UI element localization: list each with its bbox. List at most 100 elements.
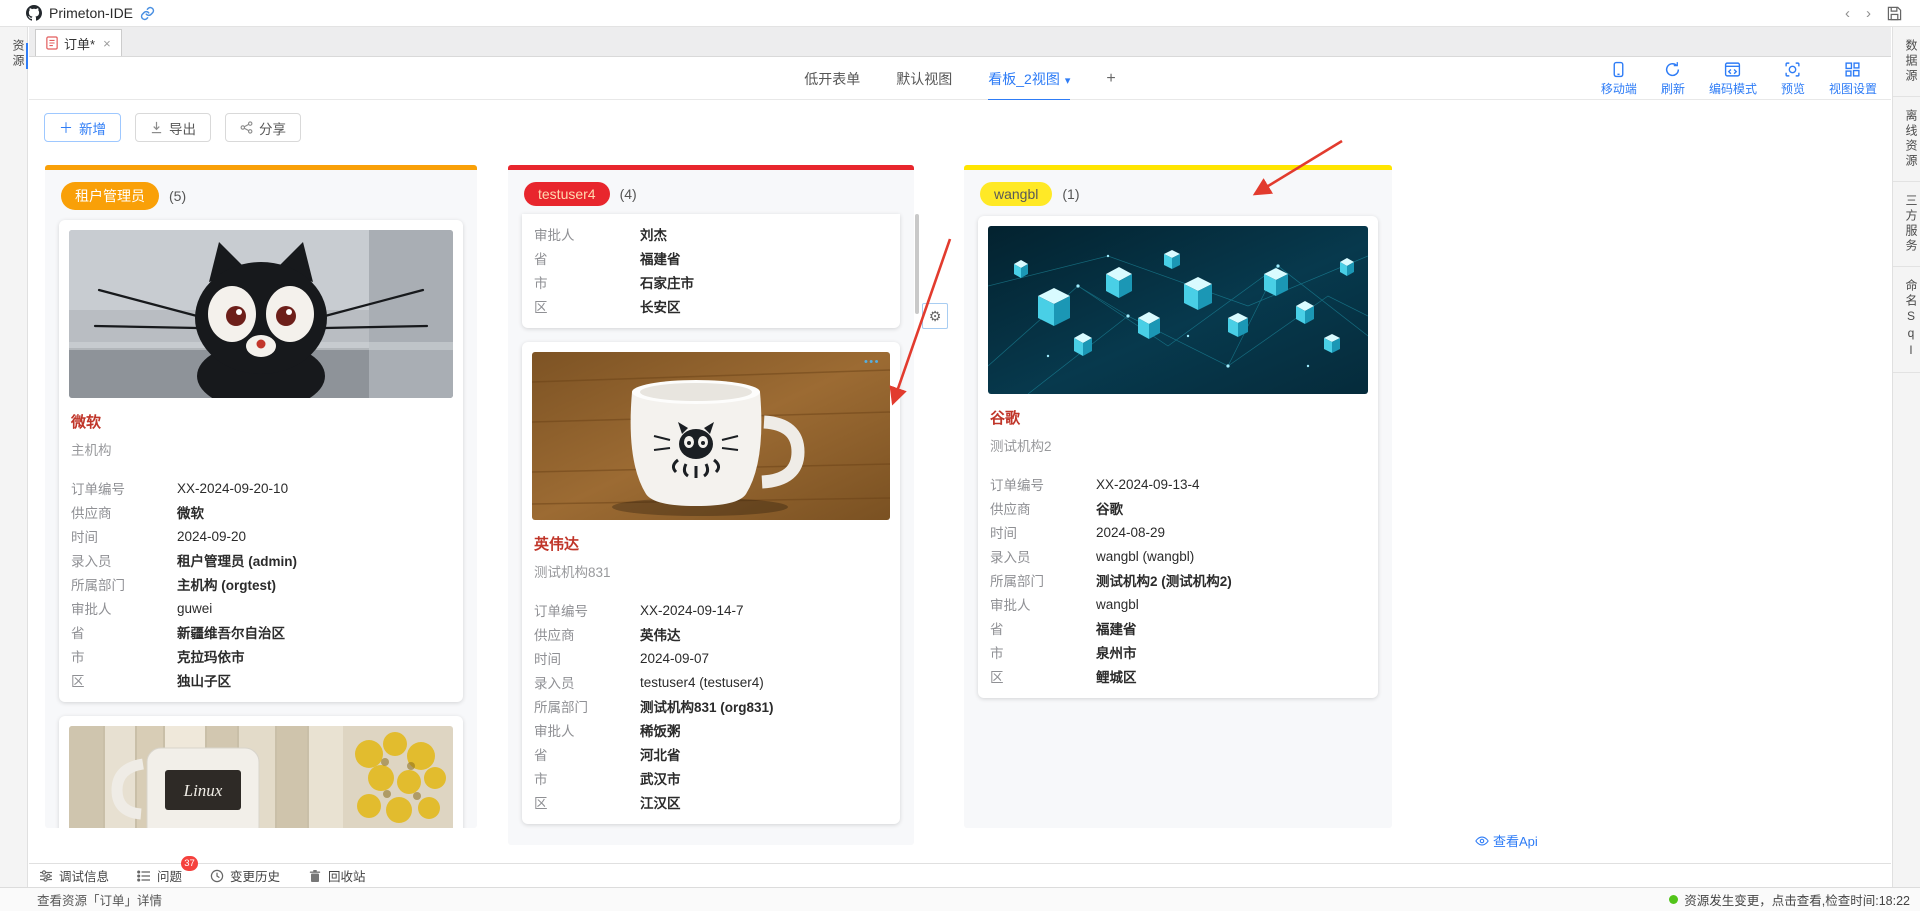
refresh-button[interactable]: 刷新 [1661,61,1685,97]
recycle-bin-button[interactable]: 回收站 [308,866,366,885]
kanban-column-wangbl: wangbl (1) [964,165,1392,828]
field-row: 省河北省 [534,742,888,766]
preview-button[interactable]: 预览 [1781,61,1805,97]
forward-icon[interactable]: › [1866,6,1871,21]
svg-text:Linux: Linux [183,781,223,800]
field-row: 省福建省 [534,246,888,270]
field-row: 时间2024-08-29 [990,520,1366,544]
column-badge[interactable]: 租户管理员 [61,182,159,210]
order-card-nvidia[interactable]: ••• 英伟达 测试机构831 订单编号XX-2024-09-14-7 供应商英… [522,342,900,824]
order-card-clipped[interactable]: Linux [59,716,463,828]
add-view-button[interactable]: + [1106,70,1115,88]
field-row: 订单编号XX-2024-09-13-4 [990,472,1366,496]
resource-change-notice[interactable]: 资源发生变更，点击查看,检查时间:18:22 [1669,890,1920,909]
back-icon[interactable]: ‹ [1845,6,1850,21]
title-bar: Primeton-IDE ‹ › [0,0,1920,27]
field-row: 区鲤城区 [990,664,1366,688]
debug-info-button[interactable]: 调试信息 [39,866,109,885]
app-title: Primeton-IDE [49,5,133,21]
card-title: 英伟达 [534,533,888,554]
field-row: 省福建省 [990,616,1366,640]
column-count: (5) [169,188,186,204]
change-history-button[interactable]: 变更历史 [210,866,280,885]
field-row: 订单编号XX-2024-09-14-7 [534,598,888,622]
eye-icon [1475,834,1489,848]
rail-item-datasource[interactable]: 数据源 [1893,27,1920,97]
column-badge[interactable]: wangbl [980,182,1052,206]
action-buttons: ＋ 新增 导出 分享 [44,113,301,142]
mobile-button[interactable]: 移动端 [1601,61,1637,97]
close-icon[interactable]: × [103,36,111,51]
column-badge[interactable]: testuser4 [524,182,610,206]
rail-item-resources[interactable]: 资源 [0,27,27,81]
linux-mug-image: Linux [69,726,453,828]
tab-order[interactable]: 订单* × [35,29,122,56]
field-row: 所属部门测试机构2 (测试机构2) [990,568,1366,592]
column-scrollbar[interactable] [915,214,919,314]
problems-count-badge: 37 [181,856,198,871]
field-row: 审批人刘杰 [534,222,888,246]
order-card-microsoft[interactable]: 微软 主机构 订单编号XX-2024-09-20-10 供应商微软 时间2024… [59,220,463,702]
app-logo-icon [26,5,42,21]
cube-network-image [988,226,1368,394]
column-count: (4) [620,186,637,202]
card-title: 微软 [71,411,451,432]
column-header: wangbl (1) [964,170,1392,216]
view-tab-lowcode-form[interactable]: 低开表单 [804,69,860,89]
field-row: 市武汉市 [534,766,888,790]
order-card-scrolled[interactable]: 审批人刘杰 省福建省 市石家庄市 区长安区 [522,214,900,328]
problems-button[interactable]: 问题 37 [137,866,182,885]
field-row: 录入员租户管理员 (admin) [71,548,451,572]
card-subtitle: 测试机构831 [534,561,888,581]
window-controls: ‹ › [1845,6,1910,21]
octocat-figurine-image [69,230,453,398]
tab-label: 订单* [64,34,95,53]
document-tab-bar: 订单* × [29,27,1891,57]
column-header: testuser4 (4) [508,170,914,216]
field-row: 供应商英伟达 [534,622,888,646]
card-more-icon[interactable]: ••• [864,356,880,368]
right-rail: 数据源 离线资源 三方服务 命名Sql [1892,27,1920,887]
column-settings-button[interactable]: ⚙ [922,303,948,329]
view-tab-kanban-2[interactable]: 看板_2视图▾ [988,69,1070,89]
field-row: 时间2024-09-20 [71,524,451,548]
field-row: 区独山子区 [71,668,451,692]
rail-item-third-party-services[interactable]: 三方服务 [1893,182,1920,267]
save-icon[interactable] [1887,6,1902,21]
card-title: 谷歌 [990,407,1366,428]
footer-bar: 调试信息 问题 37 变更历史 回收站 [29,863,1891,887]
field-row: 省新疆维吾尔自治区 [71,620,451,644]
field-row: 市泉州市 [990,640,1366,664]
rail-item-named-sql[interactable]: 命名Sql [1893,267,1920,373]
field-row: 审批人guwei [71,596,451,620]
view-api-link[interactable]: 查看Api [1475,831,1538,850]
refresh-label: 刷新 [1661,80,1685,97]
export-button[interactable]: 导出 [135,113,211,142]
gear-icon: ⚙ [929,308,942,325]
field-row: 所属部门主机构 (orgtest) [71,572,451,596]
rail-item-offline-resources[interactable]: 离线资源 [1893,97,1920,182]
field-row: 供应商微软 [71,500,451,524]
view-tab-default-view[interactable]: 默认视图 [896,69,952,89]
view-settings-button[interactable]: 视图设置 [1829,61,1877,97]
left-rail: 资源 [0,27,28,887]
add-button[interactable]: ＋ 新增 [44,113,121,142]
clock-icon [210,869,224,883]
share-button[interactable]: 分享 [225,113,301,142]
order-card-google[interactable]: 谷歌 测试机构2 订单编号XX-2024-09-13-4 供应商谷歌 时间202… [978,216,1378,698]
field-row: 区江汉区 [534,790,888,814]
field-row: 所属部门测试机构831 (org831) [534,694,888,718]
debug-icon [39,869,53,883]
status-message: 查看资源「订单」详情 [0,890,162,909]
field-row: 市石家庄市 [534,270,888,294]
column-header: 租户管理员 (5) [45,170,477,220]
field-row: 审批人wangbl [990,592,1366,616]
status-bar: 查看资源「订单」详情 资源发生变更，点击查看,检查时间:18:22 [0,887,1920,911]
code-mode-button[interactable]: 编码模式 [1709,61,1757,97]
field-row: 时间2024-09-07 [534,646,888,670]
field-row: 审批人稀饭粥 [534,718,888,742]
chevron-down-icon: ▾ [1065,75,1071,87]
link-icon[interactable] [140,6,155,21]
document-icon [46,36,58,50]
field-row: 市克拉玛依市 [71,644,451,668]
